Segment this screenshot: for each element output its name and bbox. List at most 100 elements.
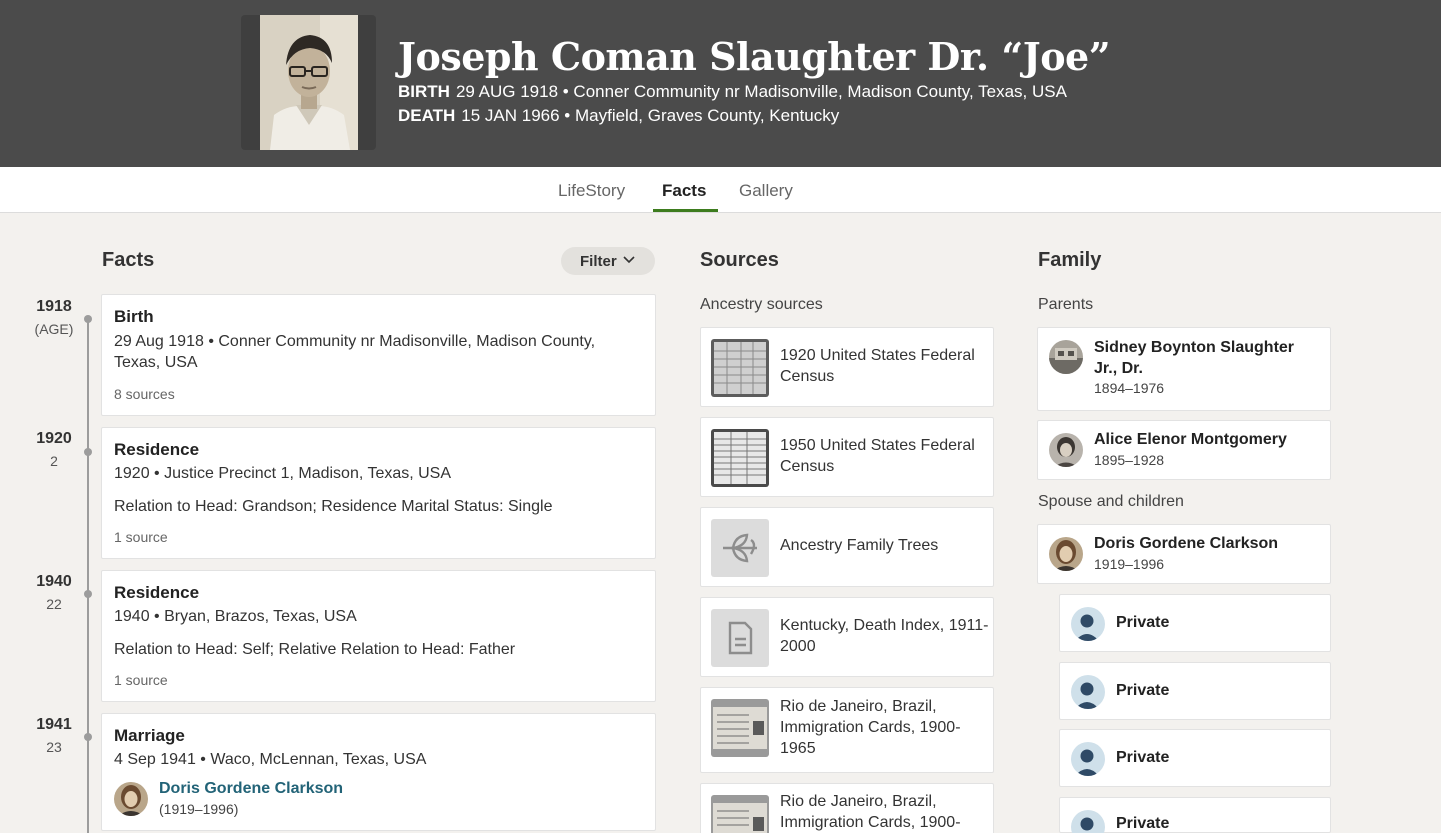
fact-detail: Relation to Head: Self; Relative Relatio… <box>114 641 516 658</box>
timeline-dot <box>84 590 92 598</box>
active-tab-indicator <box>653 209 718 212</box>
parent-card[interactable]: Sidney Boynton Slaughter Jr., Dr. 1894–1… <box>1037 327 1331 411</box>
person-silhouette-icon <box>1071 675 1105 709</box>
census-document-thumbnail <box>711 429 769 487</box>
family-heading: Family <box>1038 249 1102 271</box>
child-name: Private <box>1116 614 1170 631</box>
timeline-dot <box>84 733 92 741</box>
tab-bar: LifeStory Facts Gallery <box>0 167 1441 213</box>
source-card[interactable]: 1950 United States Federal Census <box>700 417 994 497</box>
profile-photo[interactable] <box>241 15 376 150</box>
fact-title: Residence <box>114 440 200 459</box>
fact-card-residence-1920[interactable]: Residence 1920 • Justice Precinct 1, Mad… <box>101 427 656 559</box>
fact-title: Marriage <box>114 726 185 745</box>
chevron-down-icon <box>623 256 635 264</box>
person-name: Joseph Coman Slaughter Dr. “Joe” <box>398 34 1111 79</box>
parent-name: Sidney Boynton Slaughter Jr., Dr. <box>1094 339 1295 377</box>
spouse-years: (1919–1996) <box>159 801 239 817</box>
spouse-avatar <box>1049 537 1083 571</box>
immigration-card-thumbnail <box>711 795 769 833</box>
child-name: Private <box>1116 815 1170 832</box>
mother-avatar <box>1049 433 1083 467</box>
source-card[interactable]: Rio de Janeiro, Brazil, Immigration Card… <box>700 687 994 773</box>
parent-card[interactable]: Alice Elenor Montgomery 1895–1928 <box>1037 420 1331 480</box>
child-card[interactable]: Private <box>1059 729 1331 787</box>
portrait-image <box>260 15 358 150</box>
fact-date-place: 1940 • Bryan, Brazos, Texas, USA <box>114 608 357 625</box>
timeline-line <box>87 318 89 833</box>
fact-card-residence-1940[interactable]: Residence 1940 • Bryan, Brazos, Texas, U… <box>101 570 656 702</box>
person-header: Joseph Coman Slaughter Dr. “Joe” BIRTH 29… <box>0 0 1441 167</box>
filter-label: Filter <box>580 253 617 270</box>
fact-sources-link[interactable]: 8 sources <box>114 386 175 402</box>
census-document-thumbnail <box>711 339 769 397</box>
spouse-card[interactable]: Doris Gordene Clarkson 1919–1996 <box>1037 524 1331 584</box>
parent-name: Alice Elenor Montgomery <box>1094 431 1287 448</box>
filter-button[interactable]: Filter <box>561 247 655 275</box>
fact-date-place: 1920 • Justice Precinct 1, Madison, Texa… <box>114 465 452 482</box>
spouse-avatar[interactable] <box>114 782 148 816</box>
source-title: Kentucky, Death Index, 1911-2000 <box>780 617 989 655</box>
death-label: DEATH <box>398 106 456 125</box>
birth-label: BIRTH <box>398 82 450 101</box>
source-title: Rio de Janeiro, Brazil, Immigration Card… <box>780 793 961 831</box>
birth-value: 29 AUG 1918 • Conner Community nr Madiso… <box>455 82 1067 101</box>
spouse-children-label: Spouse and children <box>1038 493 1184 510</box>
fact-card-birth[interactable]: Birth 29 Aug 1918 • Conner Community nr … <box>101 294 656 416</box>
child-card[interactable]: Private <box>1059 662 1331 720</box>
spouse-years: 1919–1996 <box>1094 556 1165 572</box>
leaf-icon <box>711 519 769 577</box>
fact-date-place: 4 Sep 1941 • Waco, McLennan, Texas, USA <box>114 751 427 768</box>
tab-lifestory[interactable]: LifeStory <box>558 181 625 201</box>
fact-date-place: 29 Aug 1918 • Conner Community nr Madiso… <box>114 333 596 371</box>
child-name: Private <box>1116 682 1170 699</box>
ancestry-sources-label: Ancestry sources <box>700 296 823 313</box>
source-card[interactable]: Kentucky, Death Index, 1911-2000 <box>700 597 994 677</box>
person-silhouette-icon <box>1071 607 1105 641</box>
source-title: Ancestry Family Trees <box>780 537 939 554</box>
child-card[interactable]: Private <box>1059 797 1331 833</box>
timeline-age: 23 <box>46 739 62 755</box>
fact-title: Residence <box>114 583 200 602</box>
fact-sources-link[interactable]: 1 source <box>114 529 168 545</box>
timeline-age: 22 <box>46 596 62 612</box>
spouse-link[interactable]: Doris Gordene Clarkson <box>159 780 343 798</box>
source-card[interactable]: 1920 United States Federal Census <box>700 327 994 407</box>
fact-title: Birth <box>114 307 154 326</box>
spouse-name: Doris Gordene Clarkson <box>1094 535 1279 552</box>
birth-summary: BIRTH 29 AUG 1918 • Conner Community nr M… <box>398 82 1067 102</box>
fact-sources-link[interactable]: 1 source <box>114 672 168 688</box>
spouse-photo <box>114 782 148 816</box>
immigration-card-thumbnail <box>711 699 769 757</box>
timeline-dot <box>84 315 92 323</box>
timeline-year: 1940 <box>36 573 72 590</box>
death-summary: DEATH 15 JAN 1966 • Mayfield, Graves Coun… <box>398 106 839 126</box>
parents-label: Parents <box>1038 296 1094 313</box>
parent-years: 1895–1928 <box>1094 452 1165 468</box>
timeline-year: 1918 <box>36 298 72 315</box>
document-icon <box>711 609 769 667</box>
parent-years: 1894–1976 <box>1094 380 1165 396</box>
timeline-age: (AGE) <box>34 321 74 337</box>
child-card[interactable]: Private <box>1059 594 1331 652</box>
death-value: 15 JAN 1966 • Mayfield, Graves County, K… <box>461 106 840 125</box>
person-silhouette-icon <box>1071 810 1105 833</box>
sources-heading: Sources <box>700 249 779 271</box>
person-silhouette-icon <box>1071 742 1105 776</box>
timeline-age: 2 <box>50 453 58 469</box>
source-title: Rio de Janeiro, Brazil, Immigration Card… <box>780 698 961 757</box>
source-title: 1920 United States Federal Census <box>780 347 975 385</box>
child-name: Private <box>1116 749 1170 766</box>
father-avatar <box>1049 340 1083 374</box>
tab-gallery[interactable]: Gallery <box>739 181 793 201</box>
source-card[interactable]: Rio de Janeiro, Brazil, Immigration Card… <box>700 783 994 833</box>
timeline-year: 1941 <box>36 716 72 733</box>
fact-detail: Relation to Head: Grandson; Residence Ma… <box>114 498 553 515</box>
timeline-dot <box>84 448 92 456</box>
timeline-year: 1920 <box>36 430 72 447</box>
source-title: 1950 United States Federal Census <box>780 437 975 475</box>
tab-facts[interactable]: Facts <box>662 181 706 201</box>
source-card[interactable]: Ancestry Family Trees <box>700 507 994 587</box>
fact-card-marriage[interactable]: Marriage 4 Sep 1941 • Waco, McLennan, Te… <box>101 713 656 831</box>
facts-heading: Facts <box>102 249 155 271</box>
